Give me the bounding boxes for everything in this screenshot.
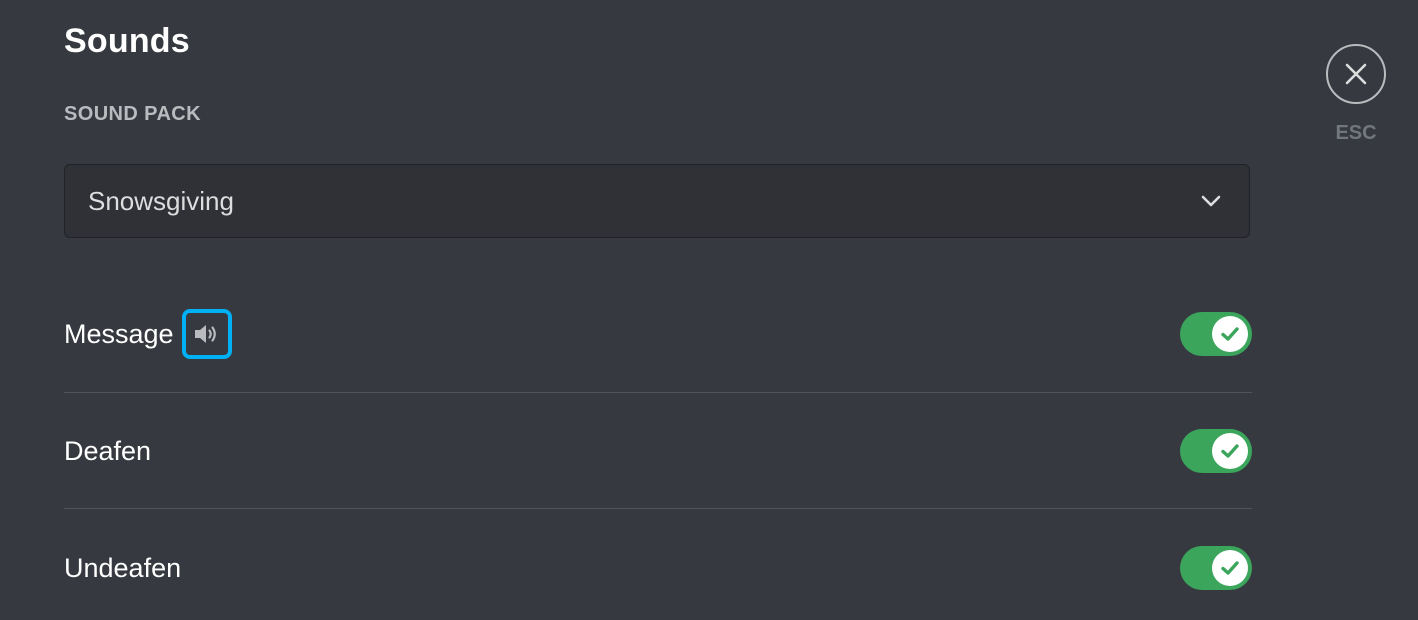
esc-label: ESC [1335,122,1377,144]
sound-row-deafen: Deafen [64,421,1252,481]
toggle-knob [1212,433,1248,469]
sound-pack-label: SOUND PACK [64,103,201,125]
check-icon [1221,327,1239,341]
speaker-icon [194,325,216,343]
sound-pack-select[interactable]: Snowsgiving [64,164,1250,238]
close-area: ESC [1324,44,1388,145]
close-icon [1345,63,1367,85]
undeafen-sound-toggle[interactable] [1180,546,1252,590]
close-button[interactable] [1326,44,1386,104]
sounds-settings-page: Sounds SOUND PACK Snowsgiving Message De… [0,0,1418,620]
deafen-sound-toggle[interactable] [1180,429,1252,473]
sound-row-message: Message [64,304,1252,364]
divider [64,392,1252,393]
sound-pack-selected-value: Snowsgiving [88,185,234,216]
sound-row-label: Deafen [64,435,152,466]
toggle-knob [1212,316,1248,352]
toggle-knob [1212,550,1248,586]
page-title: Sounds [64,22,190,60]
sound-row-undeafen: Undeafen [64,538,1252,598]
check-icon [1221,561,1239,575]
divider [64,508,1252,509]
message-sound-toggle[interactable] [1180,312,1252,356]
sound-row-label: Undeafen [64,552,182,583]
sound-row-label: Message [64,318,174,349]
chevron-down-icon [1197,187,1225,215]
check-icon [1221,444,1239,458]
preview-sound-button[interactable] [181,309,232,359]
